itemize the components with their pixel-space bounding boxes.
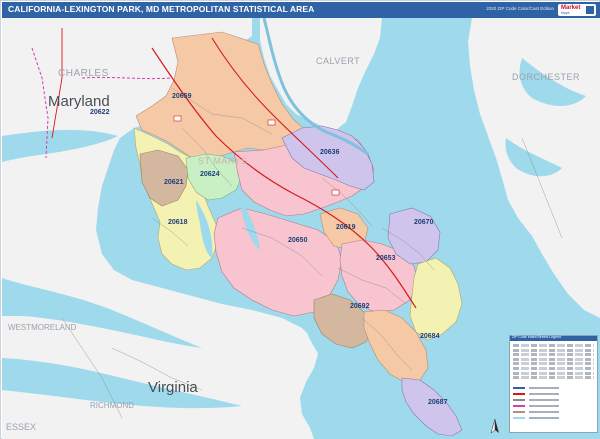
legend-swatch <box>513 393 525 395</box>
legend-header: ZIP Code Index/Streets Legend <box>510 335 597 341</box>
legend-key-zip-boundary <box>513 410 594 414</box>
brand-logo-subtext: Maps <box>561 11 570 15</box>
zip-label-20670: 20670 <box>414 219 434 226</box>
legend-index-row <box>513 348 594 352</box>
legend-index-row <box>513 362 594 366</box>
county-label-st-marys: ST MARYS <box>198 156 248 166</box>
zip-label-20687: 20687 <box>428 399 448 406</box>
legend-key-text <box>529 417 559 419</box>
zip-label-20684: 20684 <box>420 333 440 340</box>
legend-index-row <box>513 376 594 380</box>
county-label-richmond: RICHMOND <box>90 401 134 410</box>
zip-label-20692: 20692 <box>350 303 370 310</box>
title-bar: CALIFORNIA-LEXINGTON PARK, MD METROPOLIT… <box>2 2 600 18</box>
legend-title: ZIP Code Index/Streets Legend <box>512 335 561 339</box>
legend-key-county-line <box>513 404 594 408</box>
legend-index-row <box>513 366 594 370</box>
compass-north-icon <box>490 419 499 434</box>
zip-label-20624: 20624 <box>200 171 220 178</box>
legend-index-row <box>513 371 594 375</box>
county-label-westmoreland: WESTMORELAND <box>8 323 77 332</box>
edition-subtitle: 2020 ZIP Code Color/Cast Edition <box>486 6 554 11</box>
legend-key-highway <box>513 392 594 396</box>
legend-index-row <box>513 353 594 357</box>
map-title: CALIFORNIA-LEXINGTON PARK, MD METROPOLIT… <box>8 4 315 14</box>
legend-key-text <box>529 399 559 401</box>
legend-line-keys <box>513 386 594 422</box>
legend-key-text <box>529 393 559 395</box>
brand-stamp-icon <box>586 6 594 14</box>
county-label-dorchester: DORCHESTER <box>512 72 580 82</box>
legend-swatch <box>513 405 525 407</box>
zip-label-20659: 20659 <box>172 93 192 100</box>
brand-logo: Market Maps <box>558 4 596 16</box>
zip-legend-box: ZIP Code Index/Streets Legend <box>509 335 598 433</box>
county-label-calvert: CALVERT <box>316 56 360 66</box>
zip-label-20619: 20619 <box>336 224 356 231</box>
zip-label-20636: 20636 <box>320 149 340 156</box>
zip-label-20650: 20650 <box>288 237 308 244</box>
map-frame: CALIFORNIA-LEXINGTON PARK, MD METROPOLIT… <box>0 0 600 439</box>
legend-key-text <box>529 387 559 389</box>
legend-swatch <box>513 417 525 419</box>
legend-index-rows <box>513 344 594 381</box>
legend-key-water <box>513 416 594 420</box>
state-label-virginia: Virginia <box>148 379 198 396</box>
legend-key-interstate <box>513 386 594 390</box>
legend-swatch <box>513 411 525 413</box>
state-label-maryland: Maryland <box>48 93 110 110</box>
legend-key-road <box>513 398 594 402</box>
legend-swatch <box>513 387 525 389</box>
county-label-charles: CHARLES <box>58 68 109 79</box>
zip-label-20622: 20622 <box>90 109 110 116</box>
county-label-essex: ESSEX <box>6 422 36 432</box>
legend-index-row <box>513 357 594 361</box>
legend-key-text <box>529 405 559 407</box>
legend-swatch <box>513 399 525 401</box>
legend-key-text <box>529 411 559 413</box>
zip-label-20653: 20653 <box>376 255 396 262</box>
zip-label-20621: 20621 <box>164 179 184 186</box>
zip-label-20618: 20618 <box>168 219 188 226</box>
legend-index-row <box>513 344 594 347</box>
